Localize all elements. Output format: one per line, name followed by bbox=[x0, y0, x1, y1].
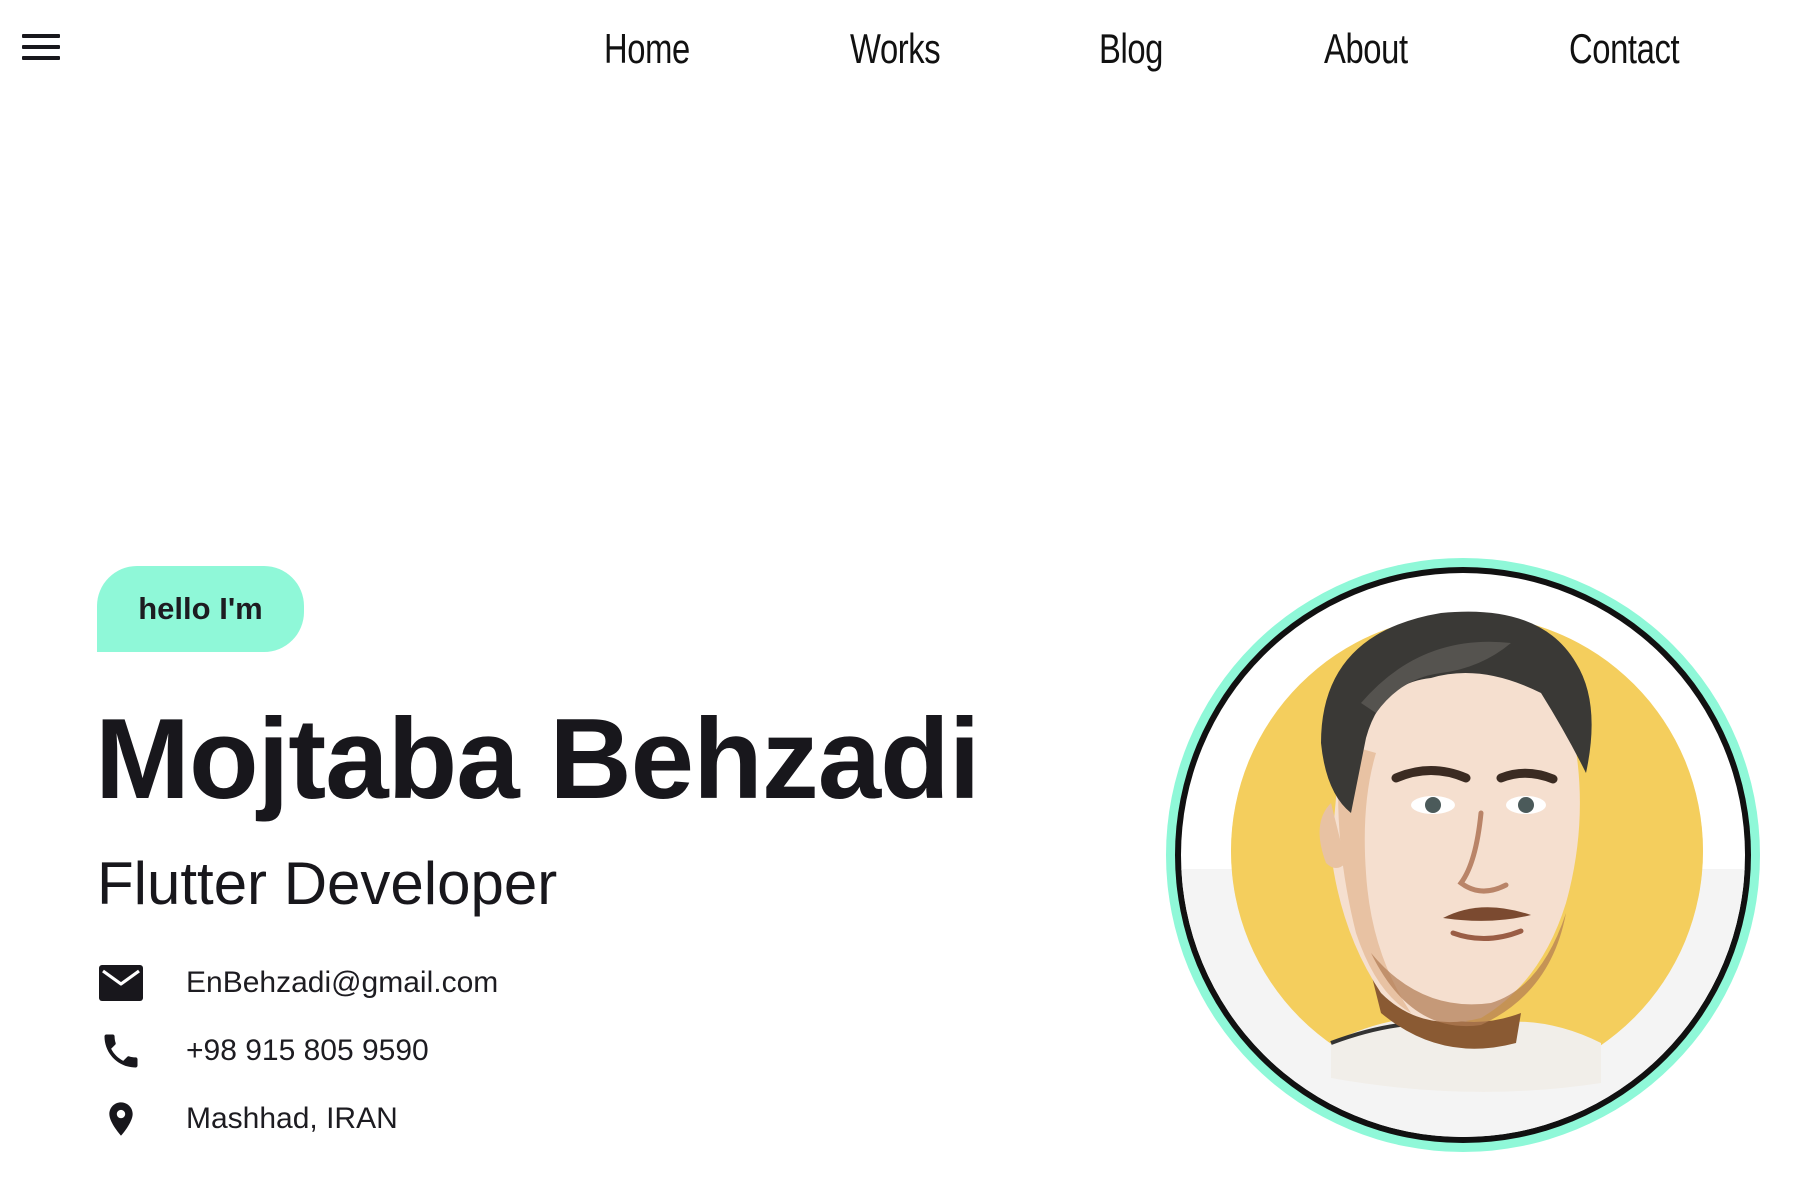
portfolio-page: Home Works Blog About Contact hello I'm … bbox=[0, 0, 1812, 1200]
nav-contact[interactable]: Contact bbox=[1569, 14, 1680, 84]
contact-location: Mashhad, IRAN bbox=[97, 1093, 398, 1145]
mail-icon bbox=[97, 959, 145, 1007]
contact-email-text[interactable]: EnBehzadi@gmail.com bbox=[186, 957, 498, 1009]
nav-blog[interactable]: Blog bbox=[1099, 14, 1163, 84]
contact-email[interactable]: EnBehzadi@gmail.com bbox=[97, 957, 498, 1009]
avatar-ring bbox=[1166, 558, 1760, 1152]
hero-role: Flutter Developer bbox=[97, 850, 558, 917]
hamburger-menu-icon[interactable] bbox=[18, 28, 64, 68]
avatar bbox=[1181, 573, 1745, 1137]
contact-phone[interactable]: +98 915 805 9590 bbox=[97, 1025, 429, 1077]
greeting-badge: hello I'm bbox=[97, 566, 304, 652]
avatar-border bbox=[1175, 567, 1751, 1143]
location-pin-icon bbox=[97, 1095, 145, 1143]
contact-location-text: Mashhad, IRAN bbox=[186, 1102, 398, 1135]
nav-home[interactable]: Home bbox=[604, 14, 690, 84]
nav-about[interactable]: About bbox=[1324, 14, 1408, 84]
phone-icon bbox=[97, 1027, 145, 1075]
hero-name: Mojtaba Behzadi bbox=[95, 696, 980, 823]
profile-portrait bbox=[1181, 611, 1745, 1137]
contact-phone-text[interactable]: +98 915 805 9590 bbox=[186, 1025, 429, 1077]
nav-works[interactable]: Works bbox=[850, 14, 941, 84]
